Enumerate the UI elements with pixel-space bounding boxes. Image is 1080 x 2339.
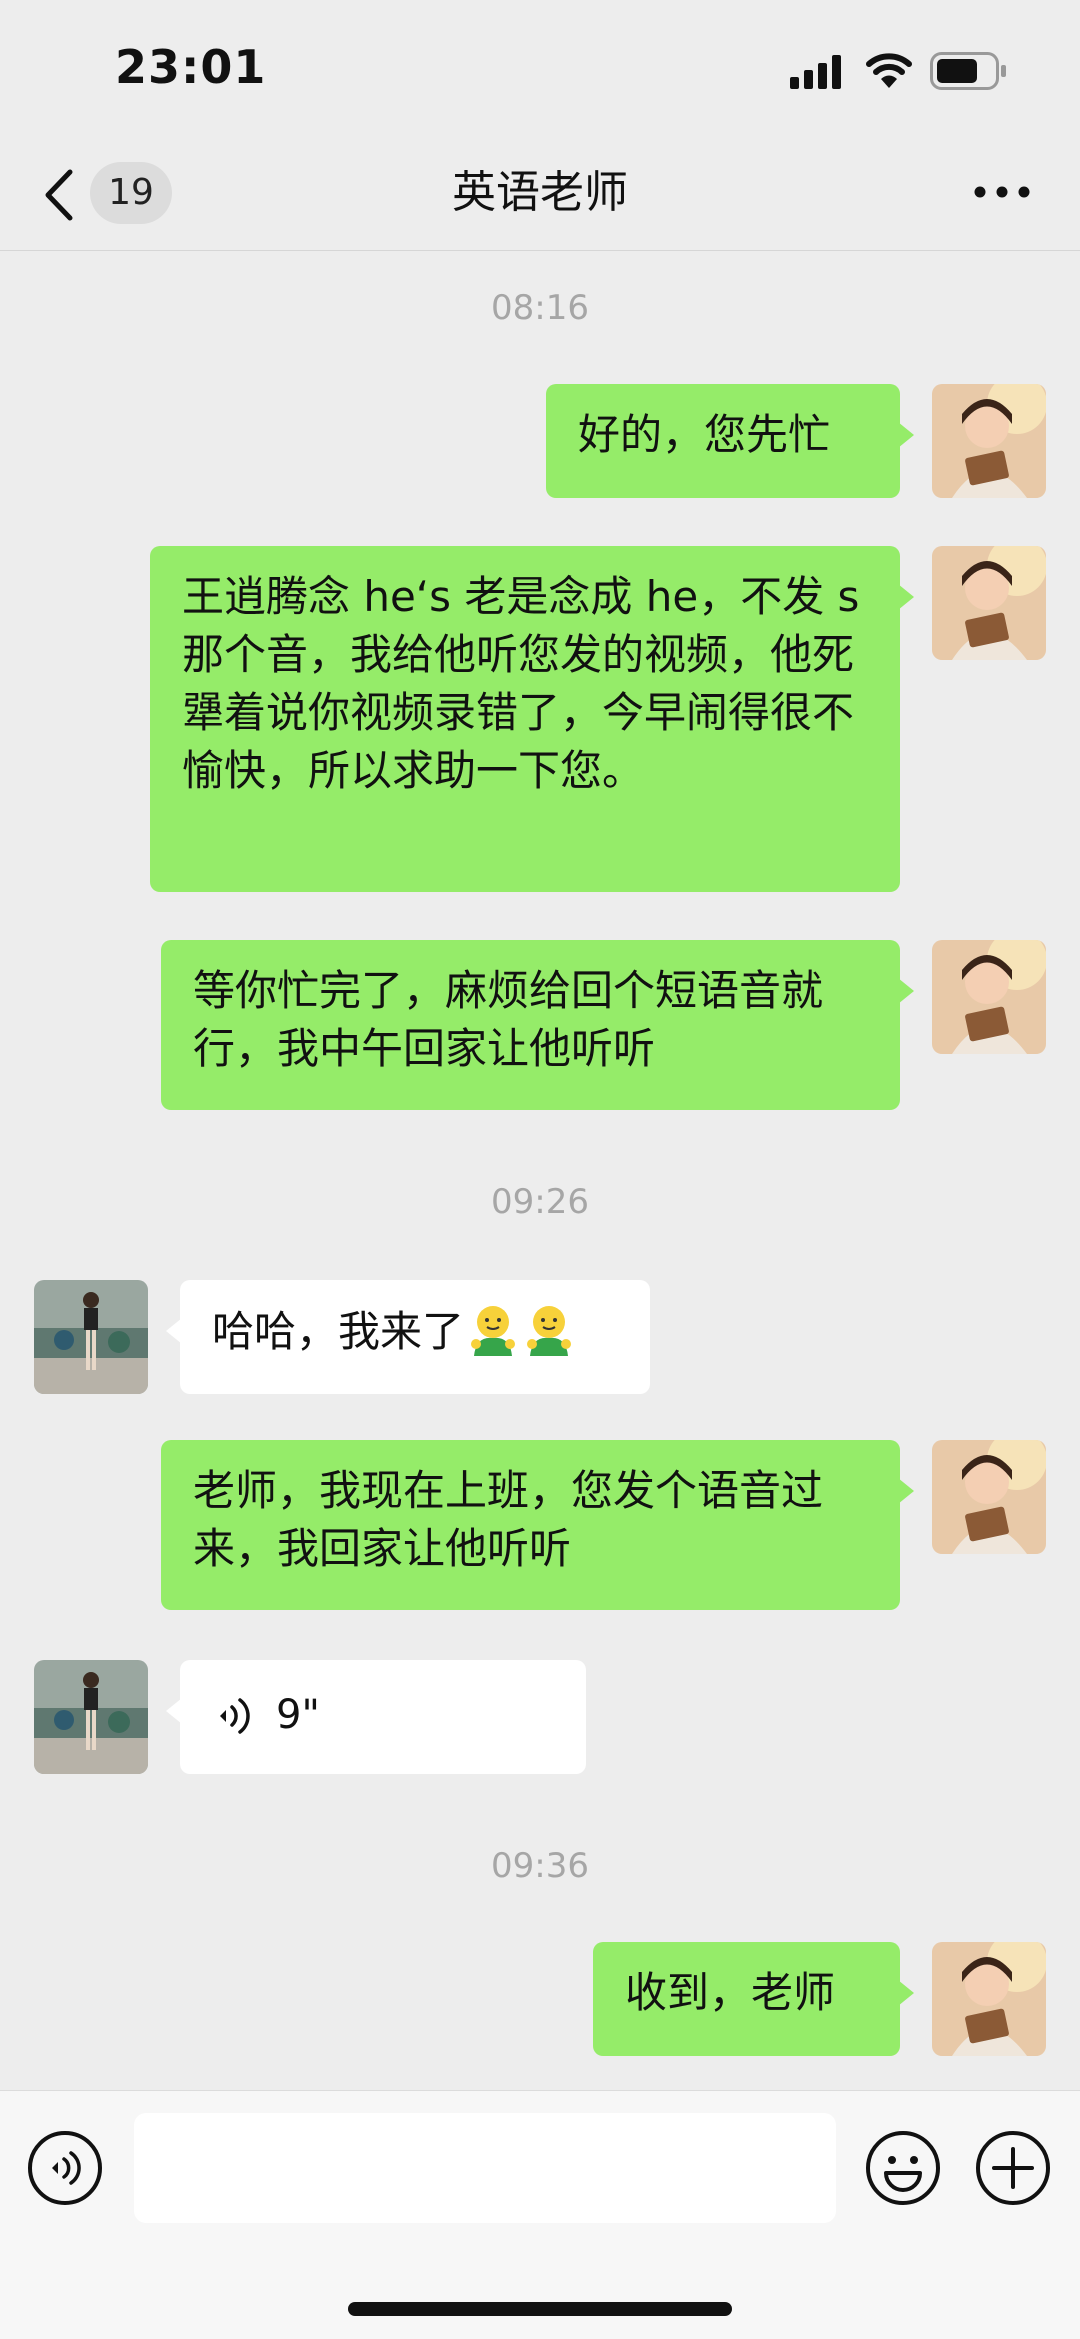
message-text: 哈哈，我来了 bbox=[212, 1307, 465, 1356]
message-bubble-sent[interactable]: 等你忙完了，麻烦给回个短语音就行，我中午回家让他听听 bbox=[161, 940, 914, 1110]
chat-header: 19 英语老师 bbox=[0, 140, 1080, 251]
timestamp: 09:36 bbox=[491, 1846, 589, 1886]
my-avatar[interactable] bbox=[932, 1440, 1046, 1554]
message-bubble-sent[interactable]: 老师，我现在上班，您发个语音过来，我回家让他听听 bbox=[161, 1440, 914, 1610]
voice-message-bubble[interactable]: 9" bbox=[166, 1660, 586, 1774]
status-time: 23:01 bbox=[115, 40, 267, 94]
cellular-signal-icon bbox=[790, 55, 841, 89]
my-avatar[interactable] bbox=[932, 384, 1046, 498]
teacher-avatar[interactable] bbox=[34, 1660, 148, 1774]
voice-wave-icon bbox=[220, 1698, 250, 1734]
status-bar: 23:01 bbox=[0, 0, 1080, 140]
plus-icon[interactable] bbox=[974, 2129, 1052, 2207]
timestamp: 08:16 bbox=[491, 288, 589, 328]
wifi-icon bbox=[866, 53, 912, 88]
message-bubble-sent[interactable]: 收到，老师 bbox=[593, 1942, 914, 2056]
message-bubble-sent[interactable]: 好的，您先忙 bbox=[546, 384, 914, 498]
emoji-icon[interactable] bbox=[864, 2129, 942, 2207]
chat-title: 英语老师 bbox=[452, 167, 628, 218]
message-bubble-sent[interactable]: 王逍腾念 he‘s 老是念成 he，不发 s 那个音，我给他听您发的视频，他死犟… bbox=[150, 546, 914, 892]
home-indicator bbox=[348, 2302, 732, 2316]
voice-duration: 9" bbox=[276, 1692, 320, 1738]
my-avatar[interactable] bbox=[932, 1942, 1046, 2056]
message-input[interactable] bbox=[134, 2113, 836, 2223]
my-avatar[interactable] bbox=[932, 546, 1046, 660]
smile-emoji-icon bbox=[527, 1306, 572, 1356]
battery-icon bbox=[930, 52, 1006, 90]
voice-input-icon[interactable] bbox=[26, 2129, 104, 2207]
more-options-icon[interactable] bbox=[972, 182, 1032, 202]
message-bubble-received[interactable]: 哈哈，我来了 bbox=[166, 1280, 650, 1394]
timestamp: 09:26 bbox=[491, 1182, 589, 1222]
smile-emoji-icon bbox=[471, 1306, 516, 1356]
teacher-avatar[interactable] bbox=[34, 1280, 148, 1394]
my-avatar[interactable] bbox=[932, 940, 1046, 1054]
